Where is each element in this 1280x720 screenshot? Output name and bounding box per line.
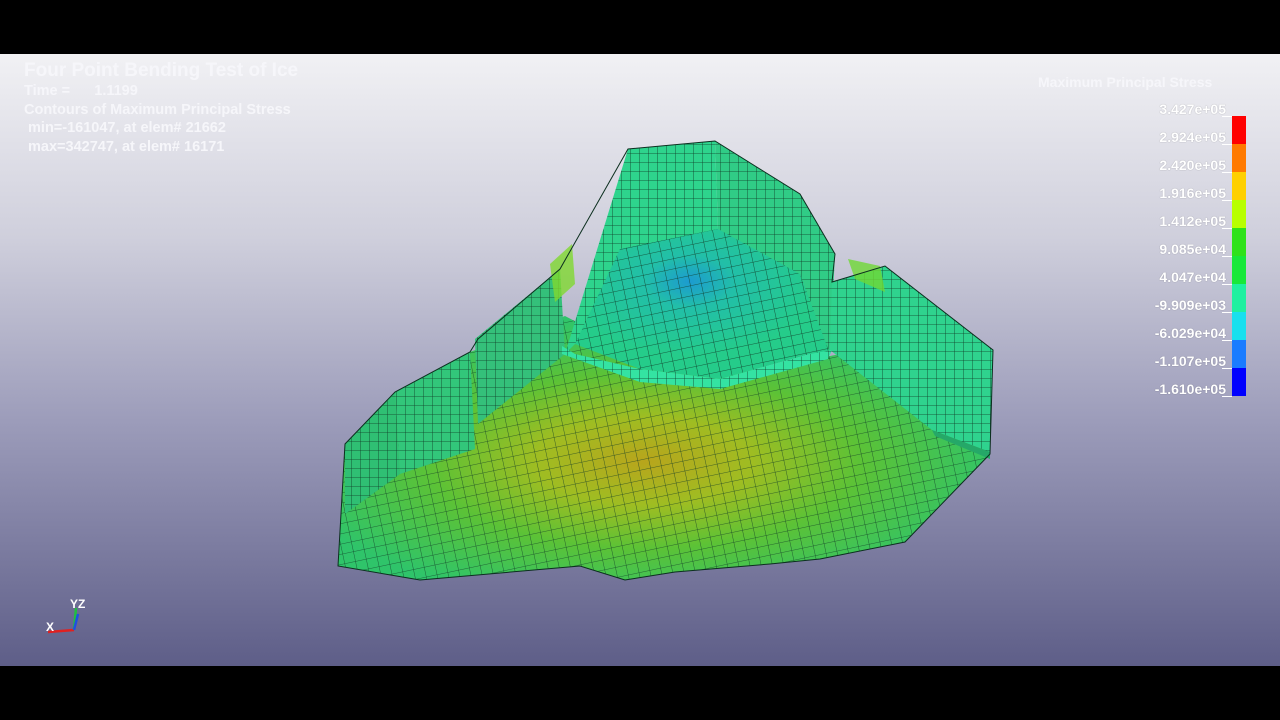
colorbar-tick: [1222, 284, 1232, 285]
colorbar-swatch: [1232, 368, 1246, 396]
colorbar-tick: [1222, 228, 1232, 229]
legend-label: -1.610e+05: [1154, 381, 1226, 397]
legend-label: -1.107e+05: [1154, 353, 1226, 369]
colorbar-swatch: [1232, 228, 1246, 256]
letterbox-bottom: [0, 666, 1280, 720]
graphics-viewport[interactable]: Four Point Bending Test of Ice Time = 1.…: [0, 54, 1280, 666]
z-axis-label: Z: [78, 597, 85, 611]
colorbar-tick: [1222, 172, 1232, 173]
colorbar-swatch: [1232, 340, 1246, 368]
axis-triad: X Y Z: [46, 597, 85, 634]
colorbar-swatch: [1232, 200, 1246, 228]
legend-label: 9.085e+04: [1159, 241, 1226, 257]
colorbar-tick: [1222, 116, 1232, 117]
colorbar-swatch: [1232, 312, 1246, 340]
colorbar-swatch: [1232, 172, 1246, 200]
fem-mesh-model[interactable]: [0, 54, 1280, 666]
colorbar-tick: [1222, 368, 1232, 369]
legend-title: Maximum Principal Stress: [1038, 74, 1213, 90]
colorbar-tick: [1222, 312, 1232, 313]
legend-label: 4.047e+04: [1159, 269, 1226, 285]
legend-label: 2.420e+05: [1159, 157, 1226, 173]
x-axis-label: X: [46, 620, 54, 634]
legend-label: 2.924e+05: [1159, 129, 1226, 145]
colorbar-swatch: [1232, 284, 1246, 312]
colorbar-tick: [1222, 256, 1232, 257]
legend-label: 1.916e+05: [1159, 185, 1226, 201]
letterbox-top: [0, 0, 1280, 54]
colorbar-swatch: [1232, 256, 1246, 284]
legend-colorbar: [1232, 116, 1246, 396]
colorbar-swatch: [1232, 116, 1246, 144]
legend-label: -6.029e+04: [1154, 325, 1226, 341]
colorbar-tick: [1222, 396, 1232, 397]
colorbar-tick: [1222, 340, 1232, 341]
legend-label: 1.412e+05: [1159, 213, 1226, 229]
colorbar-tick: [1222, 144, 1232, 145]
colorbar-tick: [1222, 200, 1232, 201]
legend-label: -9.909e+03: [1154, 297, 1226, 313]
colorbar-swatch: [1232, 144, 1246, 172]
y-axis-label: Y: [70, 597, 78, 611]
legend-label: 3.427e+05: [1159, 101, 1226, 117]
